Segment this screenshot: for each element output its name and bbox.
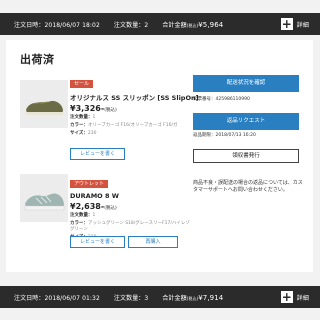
support-note: 商品不良・誤配送の場合の返品については、カスタマーサポートへお問い合わせください… <box>193 180 303 193</box>
tracking-number: 伝票番号：425986110990 <box>193 97 250 102</box>
order-total: 合計金額(税込)¥5,964 <box>162 20 223 29</box>
track-shipment-button[interactable]: 配送状況を確認 <box>193 75 299 92</box>
color-label: カラー： <box>70 221 88 226</box>
size-value: 230 <box>87 131 97 136</box>
item-color: カラー：オリーブカーゴ F16/オリーブカーゴ F16/ガ <box>70 123 190 129</box>
price-tax: (税込) <box>104 206 117 211</box>
quantity-value: 1 <box>92 115 96 120</box>
product-image[interactable] <box>20 80 68 128</box>
item-quantity: 注文数量：1 <box>70 115 190 121</box>
detail-toggle[interactable]: + 詳細 <box>280 18 309 30</box>
product-price: ¥2,638-(税込) <box>70 202 190 211</box>
color-value: オリーブカーゴ F16/オリーブカーゴ F16/ガ <box>88 123 178 128</box>
sale-badge: セール <box>70 80 94 88</box>
item-size: サイズ：230 <box>70 131 190 137</box>
color-value: アッシュグリーン S18/グレースリーF17/ハイレゾグリーン <box>70 221 190 232</box>
order-meta: 注文日時：2018/06/07 01:32 注文数量：3 合計金額(税込)¥7,… <box>14 293 223 302</box>
order-header: 注文日時：2018/06/07 01:32 注文数量：3 合計金額(税込)¥7,… <box>0 286 320 308</box>
item-color: カラー：アッシュグリーン S18/グレースリーF17/ハイレゾグリーン <box>70 221 190 233</box>
size-label: サイズ： <box>70 131 88 136</box>
plus-icon[interactable]: + <box>280 291 293 303</box>
shoe-image <box>20 174 68 222</box>
order-total-tax: (税込) <box>186 22 199 28</box>
order-header: 注文日時：2018/06/07 18:02 注文数量：2 合計金額(税込)¥5,… <box>0 13 320 35</box>
shoe-image <box>20 80 68 128</box>
order-date: 注文日時：2018/06/07 01:32 <box>14 294 100 302</box>
order-total-tax: (税込) <box>186 295 199 301</box>
quantity-label: 注文数量： <box>70 213 93 218</box>
order-quantity: 注文数量：2 <box>113 21 149 29</box>
item-info: アウトレット DURAMO 8 W ¥2,638-(税込) 注文数量：1 カラー… <box>70 170 190 241</box>
order-total-value: ¥7,914 <box>198 293 224 302</box>
detail-label: 詳細 <box>296 294 309 302</box>
order-meta: 注文日時：2018/06/07 18:02 注文数量：2 合計金額(税込)¥5,… <box>14 20 223 29</box>
order-total-label: 合計金額 <box>162 21 187 29</box>
order-total: 合計金額(税込)¥7,914 <box>162 293 223 302</box>
return-deadline: 返品期限：2018/07/13 16:20 <box>193 133 256 138</box>
quantity-value: 1 <box>92 213 96 218</box>
price-value: ¥3,326- <box>70 104 105 113</box>
order-date: 注文日時：2018/06/07 18:02 <box>14 21 100 29</box>
price-value: ¥2,638- <box>70 202 105 211</box>
detail-toggle[interactable]: + 詳細 <box>280 291 309 303</box>
product-name[interactable]: オリジナルス SS スリッポン [SS SlipOn] <box>70 92 199 102</box>
outlet-badge: アウトレット <box>70 180 109 188</box>
rebuy-button[interactable]: 再購入 <box>128 236 178 248</box>
return-request-button[interactable]: 返品リクエスト <box>193 113 299 130</box>
product-name[interactable]: DURAMO 8 W <box>70 192 190 200</box>
price-tax: (税込) <box>104 108 117 113</box>
quantity-label: 注文数量： <box>70 115 93 120</box>
order-quantity: 注文数量：3 <box>113 294 149 302</box>
order-total-value: ¥5,964 <box>198 20 224 29</box>
plus-icon[interactable]: + <box>280 18 293 30</box>
product-price: ¥3,326-(税込) <box>70 104 190 113</box>
product-image[interactable] <box>20 174 68 222</box>
order-card: 出荷済 セール オリジナルス SS スリッポン [SS SlipOn] ¥3,3… <box>6 40 313 272</box>
shipping-status: 出荷済 <box>20 53 55 66</box>
color-label: カラー： <box>70 123 88 128</box>
write-review-button[interactable]: レビューを書く <box>70 148 125 160</box>
issue-receipt-button[interactable]: 領収書発行 <box>193 149 299 163</box>
item-quantity: 注文数量：1 <box>70 213 190 219</box>
write-review-button[interactable]: レビューを書く <box>70 236 125 248</box>
detail-label: 詳細 <box>296 21 309 29</box>
order-total-label: 合計金額 <box>162 294 187 302</box>
item-info: セール オリジナルス SS スリッポン [SS SlipOn] ¥3,326-(… <box>70 70 199 137</box>
